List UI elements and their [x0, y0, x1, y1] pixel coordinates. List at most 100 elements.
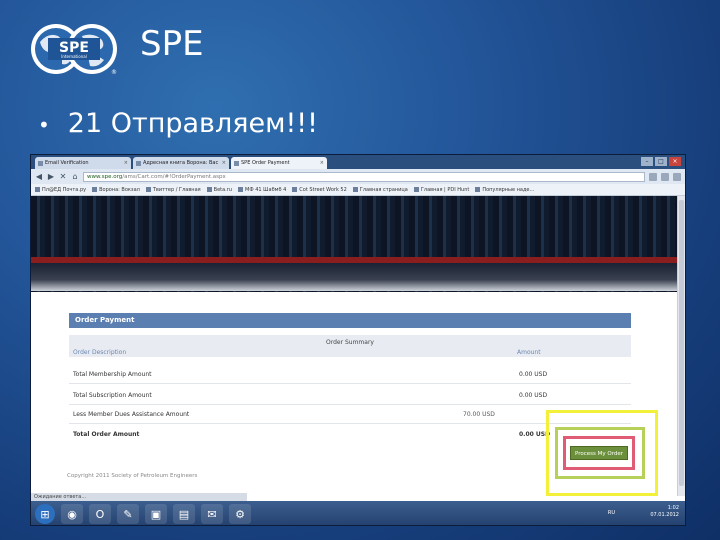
url-input[interactable]: www.spe.org/ams/Cart.com/#!OrderPayment.… [83, 171, 645, 182]
windows-taskbar: ⊞ ◉ O ✎ ▣ ▤ ✉ ⚙ RU 1:02 07.01.2012 [31, 501, 685, 525]
url-path: /ams/Cart.com/#!OrderPayment.aspx [122, 173, 226, 180]
row-divider [69, 383, 631, 384]
bookmark-item[interactable]: Пл@ЕД Почта.ру [35, 187, 86, 193]
bookmark-label: МФ 41 Шабмб 4 [245, 186, 287, 193]
table-row: Less Member Dues Assistance Amount 70.00… [73, 411, 543, 418]
bookmarks-bar: Пл@ЕД Почта.ру Ворона: Вокзал Твиттер / … [31, 184, 685, 196]
bookmark-label: Пл@ЕД Почта.ру [42, 186, 87, 193]
close-window-button[interactable]: × [669, 157, 681, 166]
language-indicator[interactable]: RU [608, 510, 615, 516]
bookmark-item[interactable]: Cot Street Work 52 [292, 187, 347, 193]
tab-label: SPE Order Payment [241, 160, 290, 166]
bookmark-label: Beta.ru [213, 186, 233, 193]
row-divider [69, 404, 631, 405]
back-icon[interactable]: ◀ [35, 172, 43, 181]
browser-screenshot: Email Verification × Адресная книга Воро… [30, 154, 686, 526]
row-value: 0.00 USD [519, 371, 548, 378]
row-label: Total Subscription Amount [73, 392, 152, 399]
bookmark-item[interactable]: Главная | PDI Hunt [413, 186, 470, 193]
editor-taskbar-icon[interactable]: ✎ [117, 504, 139, 524]
bookmark-icon [292, 187, 298, 192]
bookmark-icon [238, 187, 244, 192]
slide-bullet: • 21 Отправляем!!! [38, 108, 318, 139]
minimize-button[interactable]: – [641, 157, 653, 166]
row-middle-value: 70.00 USD [463, 411, 495, 418]
table-row-total: Total Order Amount 0.00 USD [73, 431, 550, 438]
bookmark-label: Популярные наде... [482, 186, 535, 193]
maximize-button[interactable]: □ [655, 157, 667, 166]
tab-bar: Email Verification × Адресная книга Воро… [31, 155, 685, 169]
start-button[interactable]: ⊞ [35, 504, 55, 524]
bookmark-icon [352, 187, 358, 192]
bookmark-label: Ворона: Вокзал [99, 186, 140, 193]
wrench-icon[interactable] [673, 172, 681, 181]
tab-address-book[interactable]: Адресная книга Ворона: Вас × [133, 157, 229, 169]
col-amount: Amount [517, 349, 541, 356]
order-payment-header: Order Payment [69, 313, 631, 328]
clock-date: 07.01.2012 [650, 512, 679, 518]
system-clock[interactable]: 1:02 07.01.2012 [650, 505, 679, 519]
home-icon[interactable]: ⌂ [71, 172, 79, 181]
col-order-description: Order Description [73, 349, 127, 356]
copyright-text: Copyright 2011 Society of Petroleum Engi… [67, 473, 198, 479]
order-summary-header: Order Summary Order Description Amount [69, 335, 631, 357]
reload-icon[interactable]: ✕ [59, 172, 67, 181]
bookmark-label: Главная | PDI Hunt [420, 186, 470, 193]
globe-icon: SPE International ® [31, 24, 117, 76]
star-icon[interactable] [649, 172, 657, 181]
bookmark-label: Главная страница [359, 186, 408, 193]
extension-icon[interactable] [661, 172, 669, 181]
logo-registered-mark: ® [111, 69, 117, 76]
settings-taskbar-icon[interactable]: ⚙ [229, 504, 251, 524]
slide-title: SPE [140, 24, 204, 64]
folder-taskbar-icon[interactable]: ▤ [173, 504, 195, 524]
favicon-icon [234, 160, 239, 166]
url-host: www.spe.org [87, 173, 123, 180]
opera-taskbar-icon[interactable]: O [89, 504, 111, 524]
bookmark-icon [35, 187, 40, 192]
clock-time: 1:02 [667, 505, 679, 511]
tab-label: Адресная книга Ворона: Вас [143, 160, 219, 166]
bookmark-item[interactable]: Главная страница [352, 186, 408, 193]
bullet-text: 21 Отправляем!!! [67, 108, 318, 139]
table-row: Total Membership Amount 0.00 USD [73, 371, 547, 378]
bookmark-icon [92, 187, 98, 192]
tab-close-icon[interactable]: × [320, 160, 324, 166]
bookmark-item[interactable]: Популярные наде... [475, 187, 534, 193]
mail-taskbar-icon[interactable]: ✉ [201, 504, 223, 524]
bookmark-icon [206, 187, 212, 192]
row-label: Total Membership Amount [73, 371, 152, 378]
scrollbar-thumb[interactable] [679, 200, 684, 486]
bookmark-item[interactable]: Ворона: Вокзал [92, 187, 140, 193]
favicon-icon [38, 160, 43, 166]
forward-icon[interactable]: ▶ [47, 172, 55, 181]
address-bar: ◀ ▶ ✕ ⌂ www.spe.org/ams/Cart.com/#!Order… [31, 169, 685, 184]
process-order-button[interactable]: Process My Order [570, 446, 628, 460]
bookmark-label: Твиттер / Главная [152, 186, 201, 193]
table-row: Total Subscription Amount 0.00 USD [73, 392, 547, 399]
row-value: 0.00 USD [519, 392, 548, 399]
order-summary-title: Order Summary [326, 339, 374, 346]
tab-email-verification[interactable]: Email Verification × [35, 157, 131, 169]
favicon-icon [136, 160, 141, 166]
bookmark-label: Cot Street Work 52 [299, 186, 347, 193]
bookmark-item[interactable]: МФ 41 Шабмб 4 [238, 187, 286, 193]
banner-shade [31, 263, 679, 291]
bullet-dot: • [38, 112, 50, 137]
bookmark-icon [475, 187, 481, 192]
tab-close-icon[interactable]: × [124, 160, 128, 166]
tab-close-icon[interactable]: × [222, 160, 226, 166]
bookmark-icon [145, 187, 151, 192]
tab-label: Email Verification [45, 160, 89, 166]
bookmark-item[interactable]: Твиттер / Главная [145, 186, 201, 193]
chrome-taskbar-icon[interactable]: ◉ [61, 504, 83, 524]
powerpoint-taskbar-icon[interactable]: ▣ [145, 504, 167, 524]
logo-subtext: International [61, 54, 87, 59]
bookmark-item[interactable]: Beta.ru [206, 186, 233, 193]
spe-logo: SPE International ® [28, 22, 120, 76]
row-label: Total Order Amount [73, 431, 140, 438]
bookmark-icon [413, 187, 419, 192]
window-controls: – □ × [641, 157, 681, 166]
tab-order-payment[interactable]: SPE Order Payment × [231, 157, 327, 169]
page-scrollbar[interactable] [677, 196, 685, 496]
